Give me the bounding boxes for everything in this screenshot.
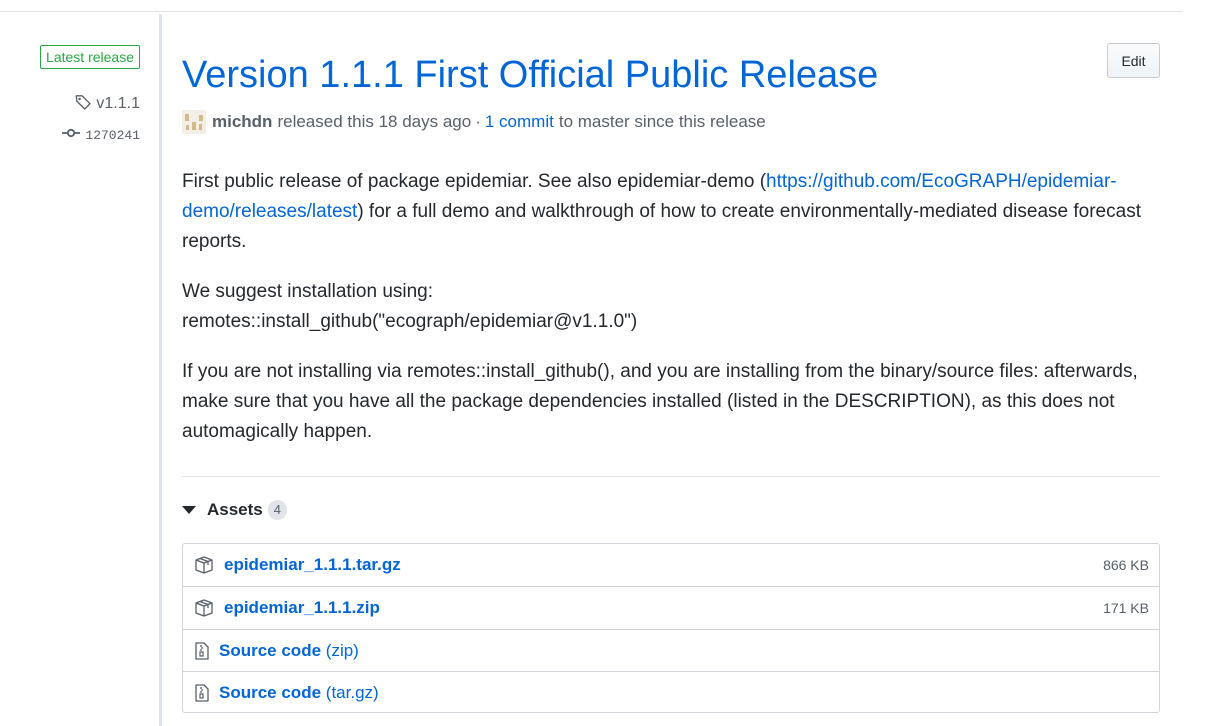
asset-row: Source code (zip) — [183, 629, 1159, 671]
release-byline: michdn released this 18 days ago · 1 com… — [182, 109, 766, 135]
top-divider — [0, 11, 1182, 12]
assets-count-badge: 4 — [267, 500, 287, 520]
asset-download-link[interactable]: epidemiar_1.1.1.tar.gz — [224, 555, 401, 575]
file-zip-icon — [195, 683, 209, 702]
package-icon — [194, 556, 214, 574]
asset-row: epidemiar_1.1.1.zip 171 KB — [183, 586, 1159, 628]
package-icon — [194, 598, 214, 617]
assets-toggle[interactable]: Assets 4 — [182, 497, 287, 523]
commits-since-suffix: to master since this release — [558, 112, 766, 131]
release-commit-link[interactable]: 1270241 — [62, 125, 140, 145]
asset-row: epidemiar_1.1.1.tar.gz 866 KB — [183, 544, 1159, 586]
release-title[interactable]: Version 1.1.1 First Official Public Rele… — [182, 50, 878, 100]
source-code-targz-link[interactable]: Source code (tar.gz) — [219, 683, 379, 703]
asset-row: Source code (tar.gz) — [183, 671, 1159, 713]
tag-label: v1.1.1 — [96, 95, 140, 112]
author-link[interactable]: michdn — [212, 112, 272, 132]
assets-list: epidemiar_1.1.1.tar.gz 866 KB epidemiar_… — [182, 543, 1160, 713]
file-zip-icon — [195, 641, 209, 660]
install-paragraph: We suggest installation using:remotes::i… — [182, 277, 1162, 337]
install-command: remotes::install_github("ecograph/epidem… — [182, 311, 638, 332]
commits-since-link[interactable]: 1 commit — [485, 112, 554, 132]
source-format-label: (tar.gz) — [325, 682, 379, 702]
released-text: released this 18 days ago — [277, 112, 472, 131]
source-code-label: Source code — [219, 640, 322, 660]
source-format-label: (zip) — [325, 640, 359, 660]
commit-sha: 1270241 — [85, 127, 140, 143]
assets-label: Assets — [207, 500, 263, 519]
release-timeline-line — [159, 14, 162, 726]
asset-size: 866 KB — [1103, 557, 1149, 573]
edit-release-button[interactable]: Edit — [1107, 43, 1160, 78]
notes-text: First public release of package epidemia… — [182, 171, 767, 192]
byline-separator: · — [475, 112, 481, 131]
triangle-down-icon — [182, 506, 196, 514]
assets-divider — [182, 476, 1160, 477]
release-notes-paragraph: First public release of package epidemia… — [182, 167, 1162, 257]
asset-download-link[interactable]: epidemiar_1.1.1.zip — [224, 598, 380, 618]
asset-size: 171 KB — [1103, 599, 1149, 616]
release-notes: First public release of package epidemia… — [182, 167, 1162, 467]
author-avatar[interactable] — [182, 110, 206, 134]
tag-icon — [74, 93, 92, 116]
git-commit-icon — [62, 127, 81, 143]
dependencies-paragraph: If you are not installing via remotes::i… — [182, 361, 1138, 442]
source-code-zip-link[interactable]: Source code (zip) — [219, 641, 359, 661]
latest-release-badge: Latest release — [40, 45, 140, 69]
source-code-label: Source code — [219, 682, 322, 702]
install-intro: We suggest installation using: — [182, 281, 434, 302]
release-tag-link[interactable]: v1.1.1 — [74, 92, 140, 116]
